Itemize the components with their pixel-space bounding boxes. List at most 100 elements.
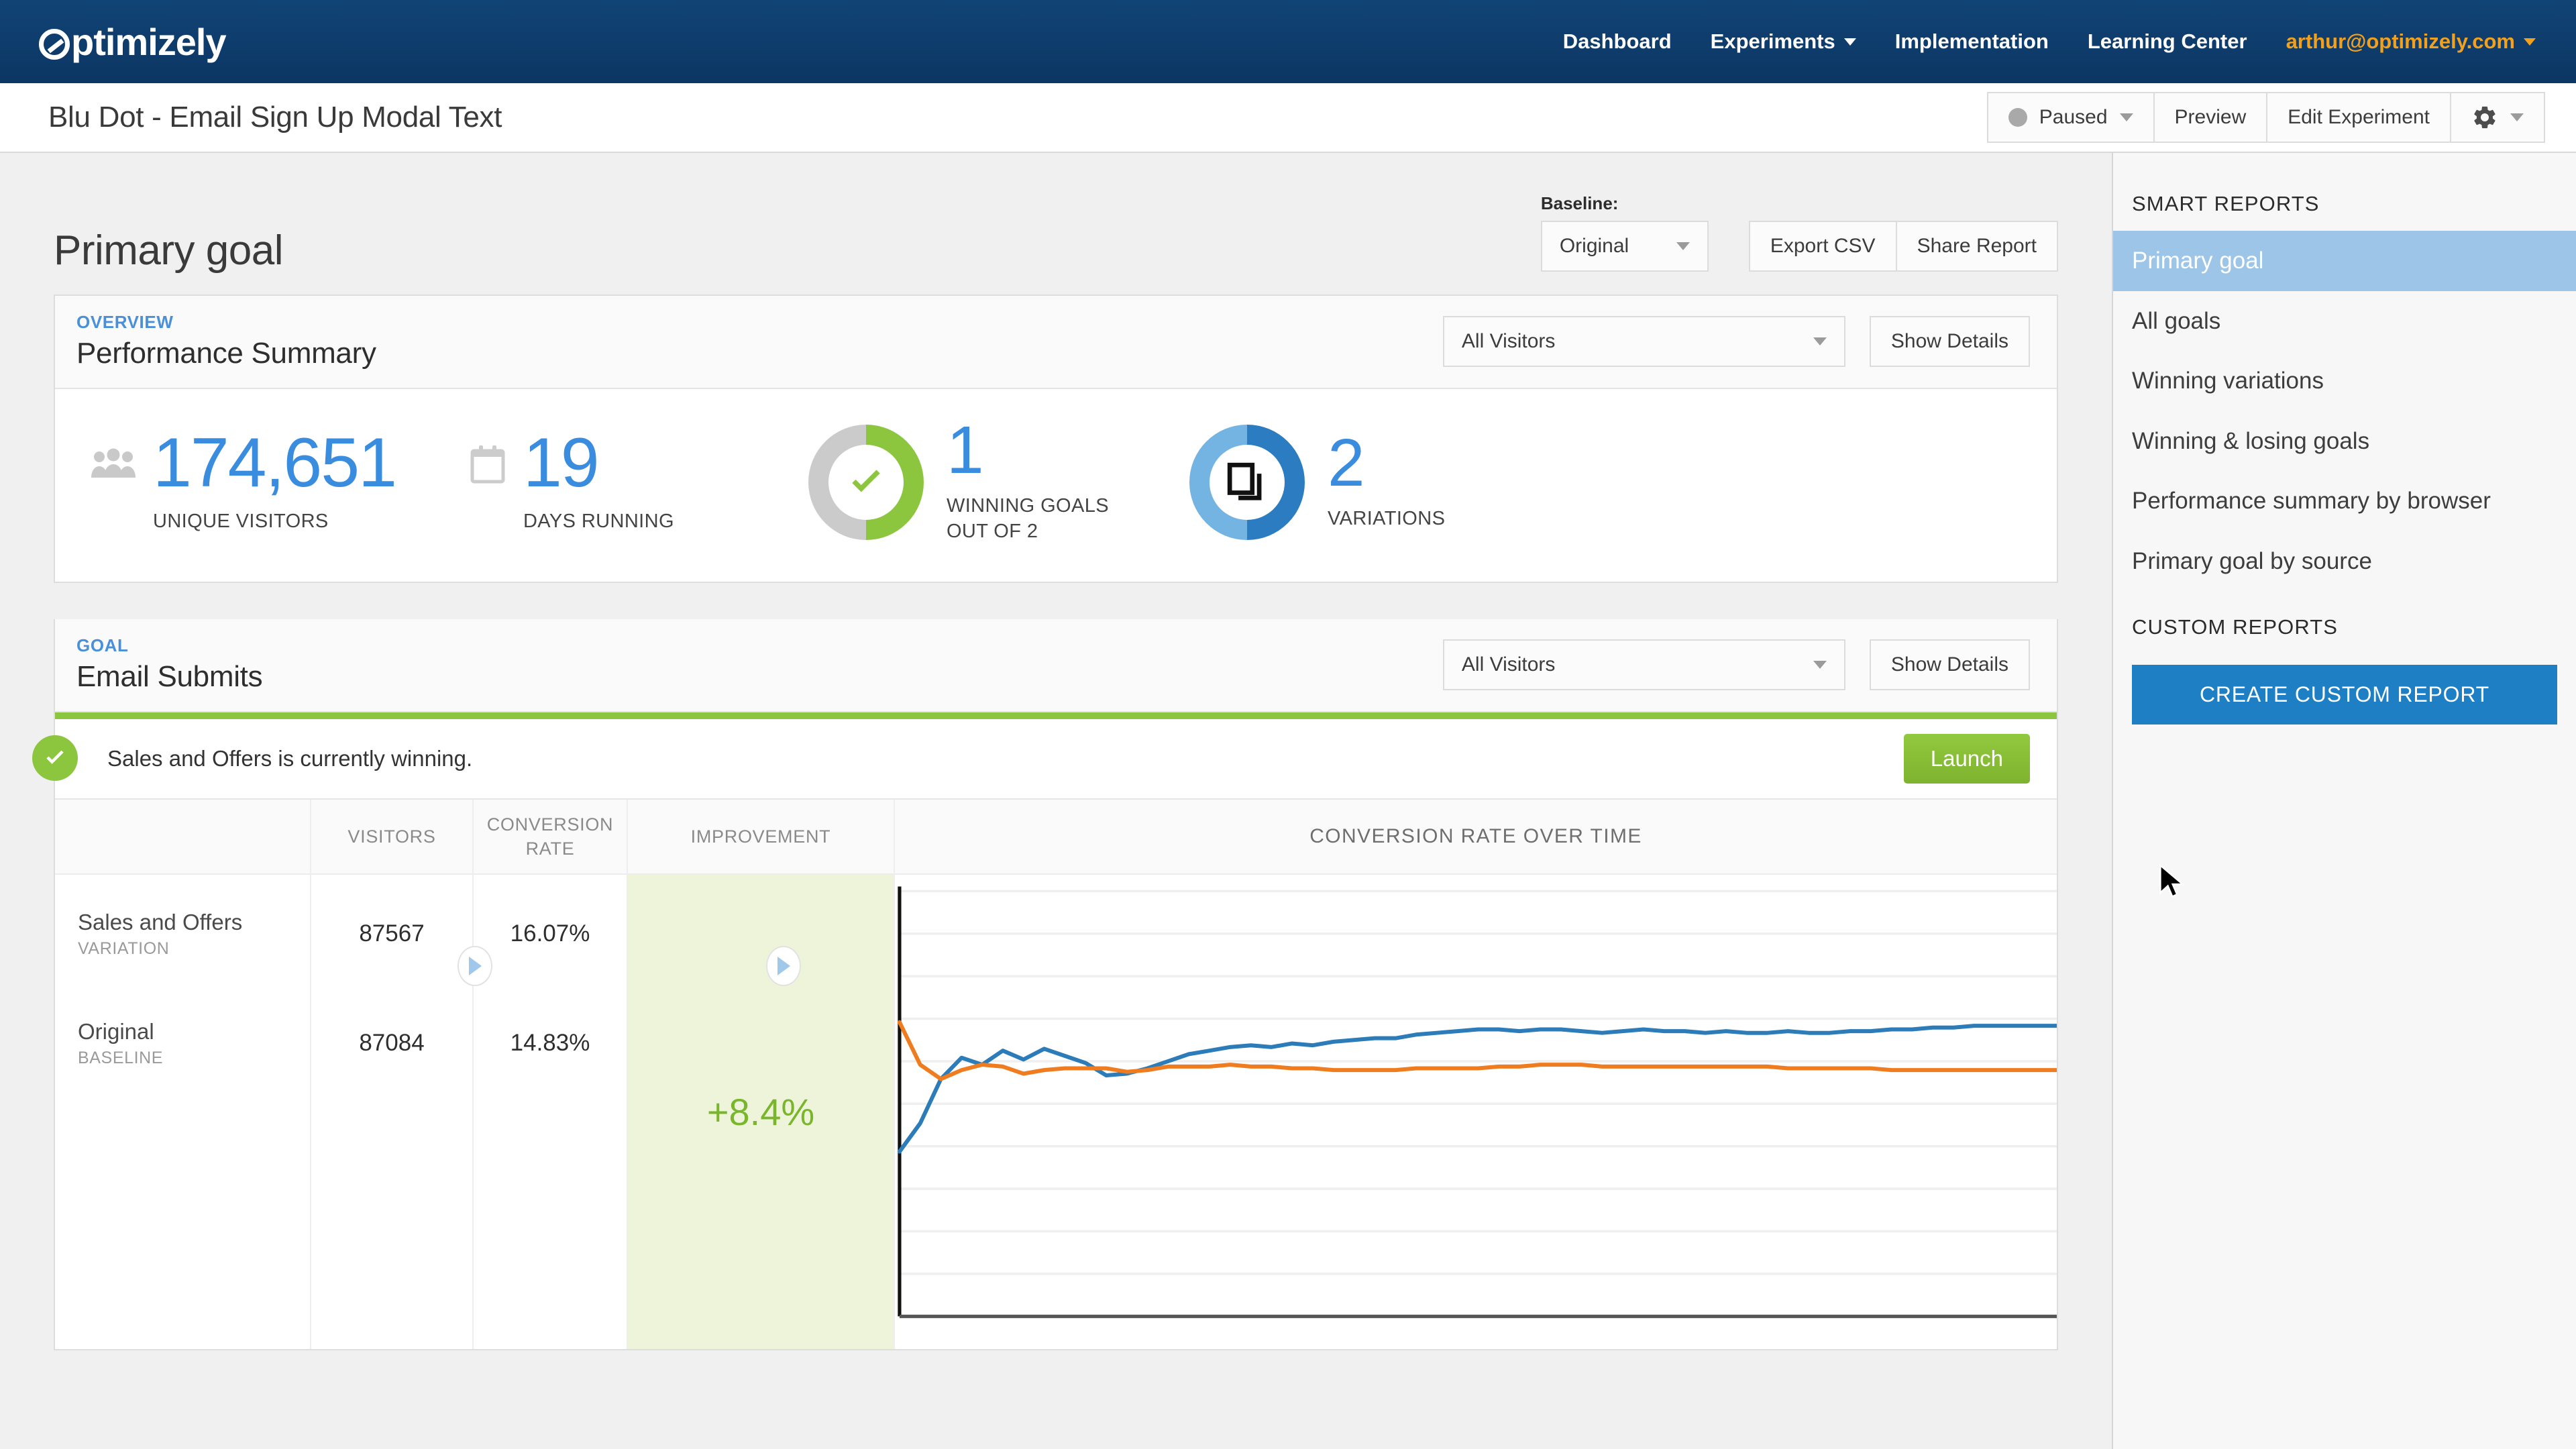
column-header-conversion-rate: CONVERSION RATE [474, 800, 627, 875]
column-improvement: IMPROVEMENT +8.4% [628, 800, 894, 1350]
column-header-cr-line1: CONVERSION [486, 814, 614, 835]
export-csv-button[interactable]: Export CSV [1748, 221, 1896, 272]
expand-conversion-rate-disclosure-icon[interactable] [766, 946, 801, 987]
row-variation-type: VARIATION [78, 939, 170, 958]
nav-item-experiments-label: Experiments [1710, 30, 1835, 53]
nav-item-experiments[interactable]: Experiments [1711, 30, 1856, 54]
performance-summary-titles: OVERVIEW Performance Summary [76, 312, 376, 370]
cell-conversion-rate: 14.83% [510, 1030, 590, 1057]
edit-experiment-label: Edit Experiment [2288, 106, 2430, 128]
experiment-status-button[interactable]: Paused [1986, 92, 2153, 143]
goal-card-titles: GOAL Email Submits [76, 635, 263, 694]
goal-audience-value: All Visitors [1461, 653, 1556, 676]
optimizely-logo[interactable]: ptimizely [39, 20, 227, 64]
report-header: Primary goal Baseline: Original Export C… [54, 193, 2058, 294]
winning-goals-label-line2: OUT OF 2 [946, 520, 1038, 542]
winning-goals-donut-chart [808, 424, 924, 540]
goal-results-table: Sales and Offers VARIATION Original BASE… [55, 798, 2057, 1350]
results-columns: Sales and Offers VARIATION Original BASE… [55, 800, 894, 1350]
goal-show-details-button[interactable]: Show Details [1869, 639, 2030, 690]
winning-goals-label-line1: WINNING GOALS [946, 495, 1110, 517]
table-row: Original BASELINE [55, 993, 310, 1093]
column-header-name [55, 800, 310, 875]
expand-visitors-disclosure-icon[interactable] [458, 946, 492, 987]
unique-visitors-label: UNIQUE VISITORS [153, 511, 329, 533]
chevron-down-icon [2119, 113, 2133, 121]
people-icon [91, 431, 136, 498]
variations-value: 2 [1328, 425, 1365, 500]
preview-button-label: Preview [2174, 106, 2247, 128]
share-report-button[interactable]: Share Report [1895, 221, 2058, 272]
page-title: Primary goal [54, 227, 284, 274]
experiment-title: Blu Dot - Email Sign Up Modal Text [48, 101, 502, 133]
goal-title: Email Submits [76, 660, 263, 694]
metric-winning-goals: 1 WINNING GOALS OUT OF 2 [808, 417, 1110, 544]
settings-button[interactable] [2450, 92, 2545, 143]
reports-sidebar: SMART REPORTS Primary goal All goals Win… [2113, 153, 2576, 1449]
nav-item-learning-center-label: Learning Center [2087, 30, 2247, 53]
unique-visitors-value: 174,651 [153, 424, 397, 502]
goal-card: GOAL Email Submits All Visitors Show Det… [32, 619, 2058, 1351]
export-csv-label: Export CSV [1770, 235, 1876, 257]
variations-donut-chart [1189, 424, 1305, 540]
column-conversion-rate: CONVERSION RATE 16.07% 14.83% [474, 800, 628, 1350]
chevron-down-icon [1676, 242, 1690, 250]
top-nav-links: Dashboard Experiments Implementation Lea… [1563, 30, 2536, 54]
performance-summary-header: OVERVIEW Performance Summary All Visitor… [55, 296, 2057, 389]
launch-button[interactable]: Launch [1903, 734, 2030, 784]
cell-conversion-rate: 16.07% [510, 920, 590, 947]
preview-button[interactable]: Preview [2153, 92, 2267, 143]
column-header-visitors: VISITORS [311, 800, 472, 875]
sidebar-item-primary-goal-by-source[interactable]: Primary goal by source [2113, 531, 2576, 592]
metric-variations: 2 VARIATIONS [1189, 424, 1445, 540]
nav-item-learning-center[interactable]: Learning Center [2088, 30, 2247, 54]
sidebar-item-all-goals[interactable]: All goals [2113, 291, 2576, 352]
baseline-label: Baseline: [1540, 193, 1619, 213]
baseline-select-value: Original [1559, 235, 1629, 257]
page-body: Primary goal Baseline: Original Export C… [0, 153, 2576, 1449]
goal-winning-accent-bar [55, 712, 2057, 720]
sidebar-item-winning-variations[interactable]: Winning variations [2113, 351, 2576, 411]
user-email-label: arthur@optimizely.com [2286, 30, 2515, 53]
metric-unique-visitors: 174,651 UNIQUE VISITORS [91, 424, 397, 533]
winning-message: Sales and Offers is currently winning. [107, 746, 473, 771]
sidebar-item-primary-goal[interactable]: Primary goal [2113, 231, 2576, 291]
cell-visitors: 87084 [359, 1030, 425, 1057]
nav-item-dashboard-label: Dashboard [1562, 30, 1672, 53]
goal-kicker: GOAL [76, 635, 129, 656]
cell-visitors: 87567 [359, 920, 425, 947]
summary-audience-select[interactable]: All Visitors [1442, 315, 1845, 367]
nav-item-implementation[interactable]: Implementation [1895, 30, 2049, 54]
optimizely-logo-text: ptimizely [71, 20, 227, 63]
cell-improvement: +8.4% [628, 875, 894, 1350]
column-conversion-chart: CONVERSION RATE OVER TIME [894, 800, 2057, 1350]
days-running-label: DAYS RUNNING [523, 511, 674, 533]
nav-item-dashboard[interactable]: Dashboard [1563, 30, 1672, 54]
create-custom-report-button[interactable]: CREATE CUSTOM REPORT [2132, 665, 2557, 724]
share-report-label: Share Report [1917, 235, 2037, 257]
optimizely-logo-icon [39, 29, 70, 60]
baseline-select[interactable]: Original [1540, 221, 1709, 272]
smart-reports-heading: SMART REPORTS [2132, 192, 2320, 215]
sidebar-item-label: Winning variations [2132, 368, 2324, 394]
nav-item-user-account[interactable]: arthur@optimizely.com [2286, 30, 2536, 54]
edit-experiment-button[interactable]: Edit Experiment [2266, 92, 2450, 143]
mouse-cursor [2157, 864, 2188, 902]
layers-icon [1226, 462, 1268, 503]
sidebar-item-performance-by-browser[interactable]: Performance summary by browser [2113, 471, 2576, 531]
goal-audience-select[interactable]: All Visitors [1442, 639, 1845, 690]
top-navigation-bar: ptimizely Dashboard Experiments Implemen… [0, 0, 2576, 83]
report-export-buttons: Export CSV Share Report [1748, 221, 2058, 272]
custom-reports-heading: CUSTOM REPORTS [2132, 615, 2339, 639]
row-variation-name: Sales and Offers [78, 909, 243, 934]
winning-check-badge-icon [32, 735, 78, 782]
experiment-actions: Paused Preview Edit Experiment [1986, 92, 2545, 143]
row-variation-name: Original [78, 1018, 154, 1044]
sidebar-item-winning-losing-goals[interactable]: Winning & losing goals [2113, 411, 2576, 472]
summary-show-details-button[interactable]: Show Details [1869, 315, 2030, 367]
column-variation-name: Sales and Offers VARIATION Original BASE… [55, 800, 311, 1350]
sidebar-item-label: Primary goal by source [2132, 547, 2372, 574]
goal-card-header: GOAL Email Submits All Visitors Show Det… [55, 619, 2057, 713]
chevron-down-icon [1813, 337, 1827, 345]
sidebar-item-label: Performance summary by browser [2132, 488, 2491, 514]
